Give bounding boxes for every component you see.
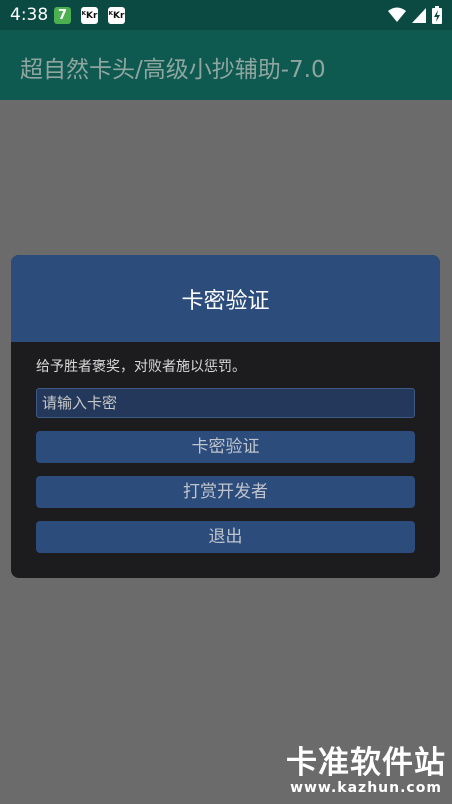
app-bar: 超自然卡头/高级小抄辅助-7.0 — [0, 30, 452, 100]
status-time: 4:38 — [10, 5, 49, 25]
dialog-message: 给予胜者褒奖，对败者施以惩罚。 — [36, 359, 246, 375]
app-title: 超自然卡头/高级小抄辅助-7.0 — [20, 57, 326, 83]
battery-icon — [432, 6, 442, 24]
watermark: 卡准软件站 www.kazhun.com — [286, 737, 446, 796]
dialog-title: 卡密验证 — [181, 289, 270, 314]
dialog-header: 卡密验证 — [11, 255, 440, 342]
card-key-dialog: 卡密验证 给予胜者褒奖，对败者施以惩罚。 卡密验证 打赏开发者 退出 — [11, 255, 440, 578]
kr-app-icon: ᴷKr — [81, 7, 98, 24]
exit-button[interactable]: 退出 — [36, 521, 415, 553]
kr-app-icon: ᴷKr — [108, 7, 125, 24]
verify-button[interactable]: 卡密验证 — [36, 431, 415, 463]
watermark-title: 卡准软件站 — [286, 745, 446, 781]
wifi-icon — [388, 7, 406, 22]
watermark-url: www.kazhun.com — [290, 780, 442, 796]
green-7-app-icon: 7 — [54, 7, 71, 24]
status-bar: 4:38 7 ᴷKr ᴷKr — [0, 0, 452, 30]
status-icons — [388, 6, 442, 24]
card-key-input[interactable] — [36, 388, 415, 418]
signal-icon — [412, 8, 426, 23]
tip-developer-button[interactable]: 打赏开发者 — [36, 476, 415, 508]
